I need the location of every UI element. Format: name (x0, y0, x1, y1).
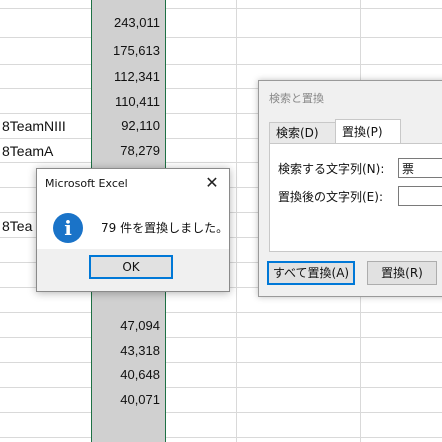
grid-line (0, 412, 442, 413)
grid-line (0, 64, 442, 65)
message-box-body: i 79 件を置換しました。 (37, 199, 229, 249)
tab-find[interactable]: 検索(D) (269, 122, 339, 144)
cell-team-name[interactable]: 8Tea (2, 218, 32, 234)
tab-replace[interactable]: 置換(P) (335, 119, 401, 144)
grid-line (0, 8, 442, 9)
cell-team-name[interactable]: 8TeamNIII (2, 118, 66, 134)
grid-line (0, 437, 442, 438)
grid-line (0, 362, 442, 363)
replace-panel: 検索する文字列(N): 票 置換後の文字列(E): (269, 143, 442, 252)
find-replace-dialog: 検索と置換 検索(D) 置換(P) 検索する文字列(N): 票 置換後の文字列(… (258, 80, 442, 297)
cell-value[interactable]: 40,648 (92, 367, 160, 382)
replace-all-button[interactable]: すべて置換(A) (267, 261, 355, 285)
info-icon: i (53, 213, 83, 243)
cell-value[interactable]: 47,094 (92, 318, 160, 333)
grid-line (236, 0, 237, 442)
cell-value[interactable]: 112,341 (92, 69, 160, 84)
message-box: Microsoft Excel ✕ i 79 件を置換しました。 OK (36, 168, 230, 292)
close-icon[interactable]: ✕ (201, 172, 223, 194)
cell-value[interactable]: 175,613 (92, 43, 160, 58)
find-label: 検索する文字列(N): (278, 162, 385, 176)
cell-value[interactable]: 92,110 (92, 118, 160, 133)
cell-value[interactable]: 243,011 (92, 15, 160, 30)
grid-line (0, 312, 442, 313)
ok-button[interactable]: OK (89, 255, 173, 279)
cell-team-name[interactable]: 8TeamA (2, 143, 53, 159)
grid-line (0, 37, 442, 38)
message-text: 79 件を置換しました。 (101, 221, 229, 235)
cell-value[interactable]: 78,279 (92, 143, 160, 158)
grid-line (0, 337, 442, 338)
cell-value[interactable]: 40,071 (92, 392, 160, 407)
cell-value[interactable]: 43,318 (92, 343, 160, 358)
replace-label: 置換後の文字列(E): (278, 190, 383, 204)
replace-button[interactable]: 置換(R) (367, 261, 437, 285)
find-what-input[interactable]: 票 (398, 158, 442, 178)
message-box-titlebar: Microsoft Excel ✕ (37, 169, 229, 199)
replace-with-input[interactable] (398, 186, 442, 206)
find-replace-title: 検索と置換 (269, 92, 324, 105)
message-box-title: Microsoft Excel (45, 177, 128, 190)
grid-line (0, 387, 442, 388)
cell-value[interactable]: 110,411 (92, 94, 160, 109)
